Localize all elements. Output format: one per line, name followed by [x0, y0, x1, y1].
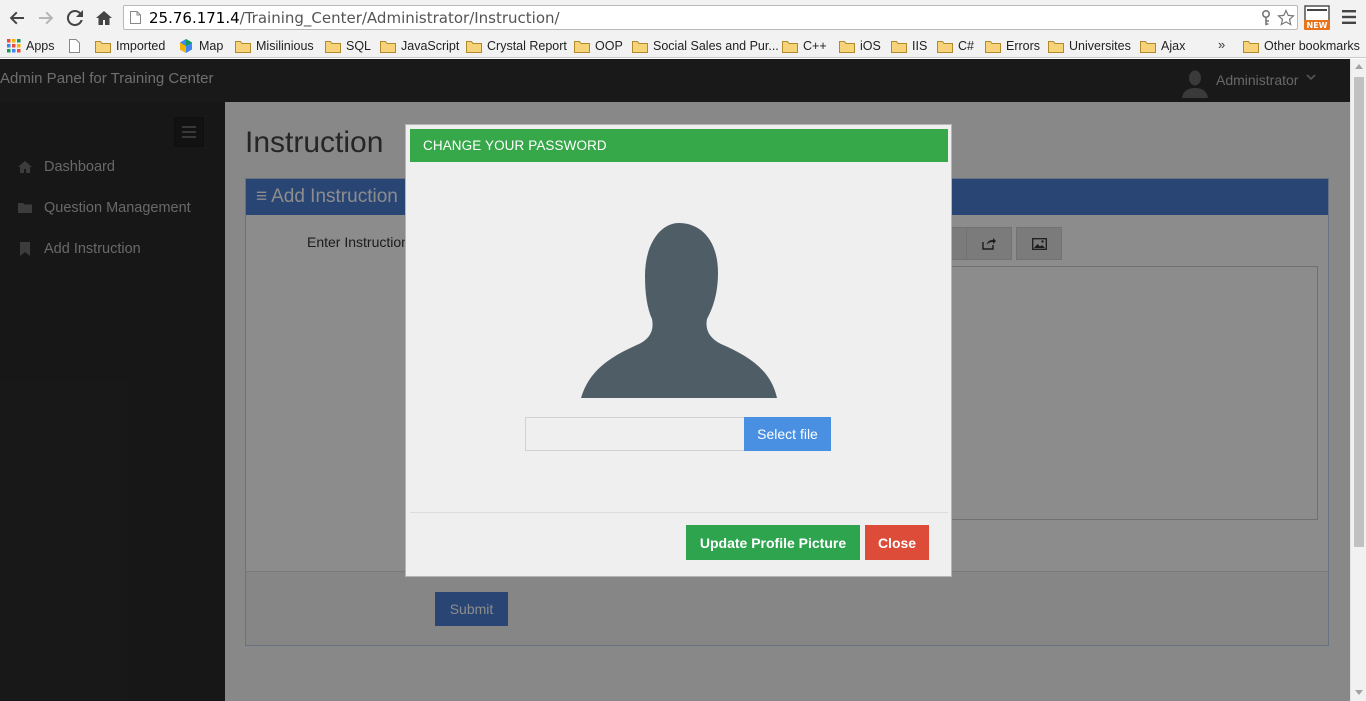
new-extension-icon[interactable]: NEW	[1303, 5, 1331, 31]
bookmarks-bar: Apps Imported Map Misilinious SQL JavaSc…	[0, 35, 1366, 58]
forward-button[interactable]	[35, 7, 57, 29]
bookmark-misilinious[interactable]: Misilinious	[235, 37, 314, 55]
bookmark-apps[interactable]: Apps	[7, 37, 55, 55]
folder-icon	[325, 40, 341, 53]
address-bar[interactable]: 25.76.171.4/Training_Center/Administrato…	[123, 5, 1298, 30]
home-icon	[96, 11, 112, 25]
bookmark-crystal-report[interactable]: Crystal Report	[466, 37, 567, 55]
bookmark-label: Map	[199, 39, 224, 53]
reload-icon	[66, 9, 83, 26]
update-profile-picture-button[interactable]: Update Profile Picture	[686, 525, 860, 560]
bookmark-label: Social Sales and Pur...	[653, 39, 779, 53]
bookmark-sql[interactable]: SQL	[325, 37, 371, 55]
page-icon	[69, 39, 80, 53]
bookmark-ajax[interactable]: Ajax	[1140, 37, 1185, 55]
bookmark-label: C++	[803, 39, 827, 53]
scroll-thumb[interactable]	[1354, 77, 1364, 547]
folder-icon	[937, 40, 953, 53]
bookmark-label: Errors	[1006, 39, 1041, 53]
forward-arrow-icon	[39, 11, 54, 25]
scroll-down-arrow-icon[interactable]	[1355, 690, 1363, 695]
svg-text:NEW: NEW	[1307, 21, 1328, 30]
select-file-button[interactable]: Select file	[744, 417, 831, 451]
folder-icon	[782, 40, 798, 53]
page-icon	[130, 11, 141, 24]
bookmark-label: C#	[958, 39, 974, 53]
bookmark-other[interactable]: Other bookmarks	[1243, 37, 1360, 55]
bookmark-cpp[interactable]: C++	[782, 37, 827, 55]
chrome-menu-icon[interactable]	[1340, 9, 1358, 25]
bookmark-social-sales[interactable]: Social Sales and Pur...	[632, 37, 779, 55]
back-arrow-icon	[9, 11, 24, 25]
bookmark-label: Misilinious	[256, 39, 314, 53]
bookmark-universites[interactable]: Universites	[1048, 37, 1131, 55]
url-text: 25.76.171.4/Training_Center/Administrato…	[149, 9, 560, 27]
folder-icon	[1140, 40, 1156, 53]
folder-icon	[839, 40, 855, 53]
bookmarks-overflow-button[interactable]: »	[1218, 37, 1225, 52]
bookmark-label: Other bookmarks	[1264, 39, 1360, 53]
bookmark-map[interactable]: Map	[178, 37, 223, 55]
page-scrollbar[interactable]	[1350, 59, 1366, 701]
folder-icon	[95, 40, 111, 53]
change-profile-picture-modal: CHANGE YOUR PASSWORD Select file Update …	[405, 124, 952, 577]
bookmark-csharp[interactable]: C#	[937, 37, 974, 55]
url-path: /Training_Center/Administrator/Instructi…	[239, 9, 560, 27]
bookmark-label: Apps	[26, 39, 55, 53]
bookmark-javascript[interactable]: JavaScript	[380, 37, 459, 55]
folder-icon	[574, 40, 590, 53]
scroll-up-arrow-icon[interactable]	[1355, 64, 1363, 69]
bookmark-ios[interactable]: iOS	[839, 37, 881, 55]
url-host: 25.76.171.4	[149, 9, 240, 27]
bookmark-label: iOS	[860, 39, 881, 53]
bookmark-oop[interactable]: OOP	[574, 37, 623, 55]
bookmark-label: Crystal Report	[487, 39, 567, 53]
home-button[interactable]	[93, 7, 115, 29]
bookmark-label: IIS	[912, 39, 928, 53]
folder-icon	[1048, 40, 1064, 53]
modal-divider	[410, 512, 948, 513]
default-avatar-icon	[581, 223, 777, 398]
bookmark-label: Imported	[116, 39, 166, 53]
bookmark-label: Universites	[1069, 39, 1131, 53]
key-icon[interactable]	[1257, 9, 1275, 27]
maps-icon	[180, 39, 192, 53]
modal-title: CHANGE YOUR PASSWORD	[410, 129, 948, 162]
bookmark-page[interactable]	[69, 37, 85, 55]
folder-icon	[891, 40, 907, 53]
folder-icon	[380, 40, 396, 53]
folder-icon	[466, 40, 482, 53]
bookmark-label: SQL	[346, 39, 372, 53]
folder-icon	[1243, 40, 1259, 53]
bookmark-label: OOP	[595, 39, 623, 53]
browser-toolbar: 25.76.171.4/Training_Center/Administrato…	[0, 0, 1366, 35]
bookmark-errors[interactable]: Errors	[985, 37, 1040, 55]
close-button[interactable]: Close	[865, 525, 929, 560]
reload-button[interactable]	[64, 7, 86, 29]
bookmark-label: Ajax	[1161, 39, 1186, 53]
apps-grid-icon	[7, 39, 21, 53]
file-path-input[interactable]	[525, 417, 745, 451]
folder-icon	[985, 40, 1001, 53]
bookmark-label: JavaScript	[401, 39, 460, 53]
back-button[interactable]	[6, 7, 28, 29]
star-icon[interactable]	[1277, 9, 1295, 27]
bookmark-imported[interactable]: Imported	[95, 37, 165, 55]
bookmark-iis[interactable]: IIS	[891, 37, 927, 55]
folder-icon	[235, 40, 251, 53]
folder-icon	[632, 40, 648, 53]
